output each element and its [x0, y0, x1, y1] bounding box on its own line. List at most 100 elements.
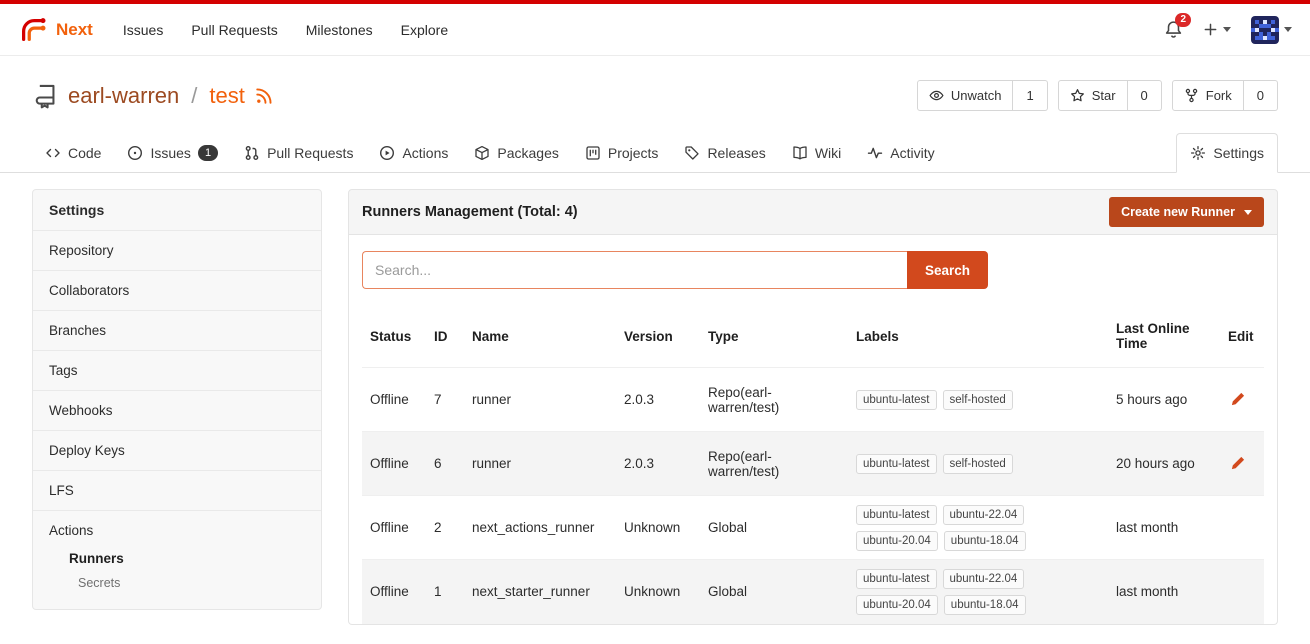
rss-feed-icon[interactable]: [255, 87, 273, 105]
sidebar-item-deploy-keys[interactable]: Deploy Keys: [33, 431, 321, 471]
sidebar-item-secrets[interactable]: Secrets: [69, 571, 305, 595]
runner-name: next_starter_runner: [464, 560, 616, 624]
col-type: Type: [700, 305, 848, 368]
tab-label: Wiki: [815, 145, 841, 161]
search-input[interactable]: [362, 251, 907, 289]
tab-code[interactable]: Code: [32, 134, 114, 172]
panel-header: Runners Management (Total: 4) Create new…: [348, 189, 1278, 235]
runner-labels: ubuntu-latest ubuntu-22.04 ubuntu-20.04 …: [848, 496, 1108, 560]
chevron-down-icon: [1284, 27, 1292, 32]
pencil-icon: [1230, 455, 1246, 471]
runner-label-chip: self-hosted: [943, 390, 1013, 410]
col-labels: Labels: [848, 305, 1108, 368]
navbar-right: 2: [1164, 16, 1292, 44]
runner-type: Repo(earl-warren/test): [700, 432, 848, 496]
chevron-down-icon: [1223, 27, 1231, 32]
pencil-icon: [1230, 391, 1246, 407]
project-board-icon: [585, 145, 601, 161]
watchers-count[interactable]: 1: [1013, 80, 1047, 111]
nav-item-issues[interactable]: Issues: [109, 22, 177, 38]
nav-item-explore[interactable]: Explore: [387, 22, 462, 38]
sidebar-item-lfs[interactable]: LFS: [33, 471, 321, 511]
runner-name: next_actions_runner: [464, 496, 616, 560]
unwatch-button[interactable]: Unwatch: [917, 80, 1014, 111]
sidebar-item-actions[interactable]: Actions Runners Secrets: [33, 511, 321, 609]
runner-label-chip: ubuntu-22.04: [943, 569, 1025, 589]
sidebar-item-collaborators[interactable]: Collaborators: [33, 271, 321, 311]
runner-id: 7: [426, 368, 464, 432]
table-row: Offline 1 next_starter_runner Unknown Gl…: [362, 560, 1264, 624]
tab-projects[interactable]: Projects: [572, 134, 672, 172]
repo-owner-link[interactable]: earl-warren: [68, 83, 179, 109]
tab-wiki[interactable]: Wiki: [779, 134, 854, 172]
fork-icon: [1184, 88, 1199, 103]
sidebar-item-branches[interactable]: Branches: [33, 311, 321, 351]
runner-edit-cell: [1220, 496, 1264, 560]
tab-activity[interactable]: Activity: [854, 134, 947, 172]
runner-edit-cell: [1220, 368, 1264, 432]
col-name: Name: [464, 305, 616, 368]
user-menu[interactable]: [1251, 16, 1292, 44]
eye-icon: [929, 88, 944, 103]
tab-label: Actions: [402, 145, 448, 161]
search-bar: Search: [362, 251, 1264, 289]
edit-runner-button[interactable]: [1228, 453, 1248, 473]
col-last-online: Last Online Time: [1108, 305, 1220, 368]
avatar: [1251, 16, 1279, 44]
issue-icon: [127, 145, 143, 161]
star-button[interactable]: Star: [1058, 80, 1128, 111]
fork-button[interactable]: Fork: [1172, 80, 1244, 111]
runner-status: Offline: [362, 368, 426, 432]
col-version: Version: [616, 305, 700, 368]
sidebar-item-runners[interactable]: Runners: [69, 546, 305, 571]
tab-label: Settings: [1213, 145, 1264, 161]
sidebar-item-repository[interactable]: Repository: [33, 231, 321, 271]
tab-settings[interactable]: Settings: [1176, 133, 1278, 173]
runner-last-online: last month: [1108, 560, 1220, 624]
notifications-button[interactable]: 2: [1164, 20, 1183, 39]
runner-type: Repo(earl-warren/test): [700, 368, 848, 432]
nav-item-pull-requests[interactable]: Pull Requests: [177, 22, 291, 38]
runner-id: 6: [426, 432, 464, 496]
nav-item-milestones[interactable]: Milestones: [292, 22, 387, 38]
sidebar-item-tags[interactable]: Tags: [33, 351, 321, 391]
content: Settings Repository Collaborators Branch…: [0, 173, 1310, 625]
stars-count[interactable]: 0: [1128, 80, 1162, 111]
runner-label-chip: ubuntu-20.04: [856, 595, 938, 615]
tab-pull-requests[interactable]: Pull Requests: [231, 134, 366, 172]
search-button[interactable]: Search: [907, 251, 988, 289]
runner-edit-cell: [1220, 432, 1264, 496]
runner-type: Global: [700, 560, 848, 624]
runner-label-chip: self-hosted: [943, 454, 1013, 474]
runner-labels: ubuntu-latest self-hosted: [848, 432, 1108, 496]
actions-submenu: Runners Secrets: [49, 538, 305, 597]
home-link[interactable]: Next: [18, 15, 93, 45]
tab-actions[interactable]: Actions: [366, 134, 461, 172]
runner-version: Unknown: [616, 560, 700, 624]
runner-labels: ubuntu-latest ubuntu-22.04 ubuntu-20.04 …: [848, 560, 1108, 624]
package-icon: [474, 145, 490, 161]
issues-count-badge: 1: [198, 145, 218, 161]
create-new-dropdown[interactable]: [1203, 22, 1231, 37]
pull-request-icon: [244, 145, 260, 161]
edit-runner-button[interactable]: [1228, 389, 1248, 409]
tab-label: Activity: [890, 145, 934, 161]
tab-issues[interactable]: Issues 1: [114, 134, 231, 172]
forgejo-logo-icon: [18, 15, 48, 45]
forks-count[interactable]: 0: [1244, 80, 1278, 111]
tab-packages[interactable]: Packages: [461, 134, 571, 172]
page-title: Runners Management (Total: 4): [362, 204, 578, 220]
runner-label-chip: ubuntu-latest: [856, 569, 937, 589]
repo-name-link[interactable]: test: [209, 83, 244, 109]
runner-label-chip: ubuntu-latest: [856, 505, 937, 525]
repo-icon: [32, 83, 58, 109]
runner-label-chip: ubuntu-latest: [856, 454, 937, 474]
sidebar-item-webhooks[interactable]: Webhooks: [33, 391, 321, 431]
gear-icon: [1190, 145, 1206, 161]
notification-count-badge: 2: [1175, 13, 1191, 27]
runner-status: Offline: [362, 496, 426, 560]
tab-releases[interactable]: Releases: [671, 134, 778, 172]
create-runner-button[interactable]: Create new Runner: [1109, 197, 1264, 227]
runners-table: Status ID Name Version Type Labels Last …: [362, 305, 1264, 624]
brand-name: Next: [56, 20, 93, 40]
